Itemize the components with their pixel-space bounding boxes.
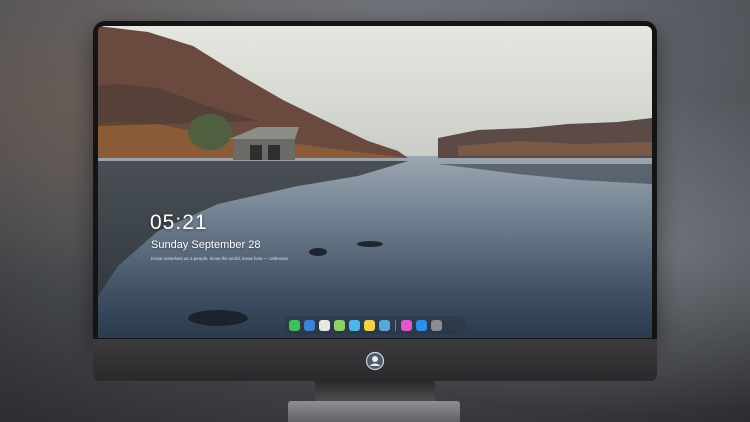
dock (285, 316, 465, 334)
messages-icon[interactable] (289, 319, 300, 331)
finder-icon[interactable] (304, 319, 315, 331)
dock-separator (395, 319, 396, 331)
itunes-icon[interactable] (401, 319, 412, 331)
monitor-stand-neck (315, 381, 435, 403)
lockscreen-quote: Know ourselves as a people, know the wor… (151, 256, 289, 261)
app-store-icon[interactable] (416, 319, 427, 331)
desktop-screen (98, 26, 652, 338)
notes-icon[interactable] (364, 319, 375, 331)
photos-icon[interactable] (379, 319, 390, 331)
wallpaper-landscape (98, 26, 652, 326)
lockscreen-date: Sunday September 28 (151, 239, 261, 251)
logo-icon (365, 351, 385, 371)
camera-icon[interactable] (431, 319, 442, 331)
lockscreen-clock: 05:21 (150, 211, 208, 234)
video-icon[interactable] (349, 319, 360, 331)
monitor-stand-base (288, 401, 460, 422)
clock-icon[interactable] (319, 319, 330, 331)
maps-icon[interactable] (334, 319, 345, 331)
